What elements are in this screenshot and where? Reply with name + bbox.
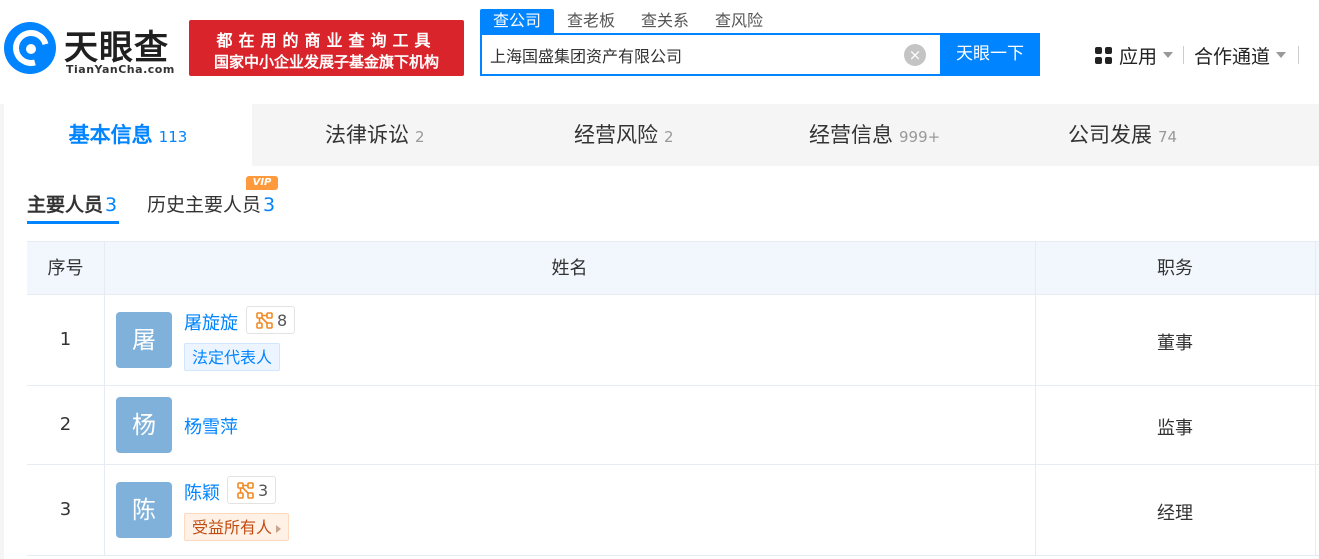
search-box: ×: [480, 33, 941, 76]
tab-label: 基本信息: [68, 123, 153, 147]
nav-partner-menu[interactable]: 合作通道: [1194, 42, 1287, 69]
tab-basic-info[interactable]: 基本信息 113: [4, 104, 252, 166]
nav-divider: [1298, 46, 1300, 64]
caret-right-icon: [276, 524, 282, 533]
main-tabs: 基本信息 113 法律诉讼 2 经营风险 2 经营信息 999+ 公司发展 74: [4, 104, 1319, 166]
vip-badge: VIP: [246, 176, 278, 190]
role-text: 董事: [1157, 333, 1193, 354]
subtab-history-personnel[interactable]: 历史主要人员 3: [147, 190, 275, 217]
legal-representative-tag: 法定代表人: [184, 343, 281, 371]
relation-count-badge[interactable]: 8: [246, 306, 296, 334]
nav-app-label: 应用: [1119, 45, 1158, 68]
header-nav: 应用 合作通道: [1095, 40, 1300, 70]
column-divider: [1315, 465, 1316, 555]
table-row: 2 杨 杨雪萍 监事: [27, 386, 1319, 465]
relation-graph-icon: [237, 481, 254, 499]
role-text: 经理: [1157, 503, 1193, 524]
row-index: 3: [59, 499, 72, 520]
subtab-label: 历史主要人员: [147, 194, 262, 216]
column-divider: [1315, 295, 1316, 385]
relation-count: 3: [258, 480, 269, 500]
column-divider: [1315, 242, 1316, 294]
nav-app-menu[interactable]: 应用: [1095, 42, 1174, 69]
logo-title: 天眼查: [64, 28, 169, 68]
search-tab-risk[interactable]: 查风险: [702, 9, 776, 33]
promo-banner[interactable]: 都在用的商业查询工具 国家中小企业发展子基金旗下机构: [189, 20, 464, 76]
top-header: 天眼查 TianYanCha.com 都在用的商业查询工具 国家中小企业发展子基…: [0, 0, 1319, 104]
beneficial-owner-tag[interactable]: 受益所有人: [184, 513, 290, 541]
person-name-link[interactable]: 杨雪萍: [184, 413, 238, 439]
avatar[interactable]: 陈: [116, 482, 172, 538]
table-row: 3 陈 陈颖 3 受益所有人 经理: [27, 465, 1319, 556]
header-role: 职务: [1157, 258, 1193, 279]
search-tab-company[interactable]: 查公司: [480, 9, 555, 33]
tab-label: 法律诉讼: [325, 123, 409, 147]
logo-eye-icon: [4, 22, 56, 74]
row-index: 1: [59, 329, 72, 350]
relation-count-badge[interactable]: 3: [227, 476, 277, 504]
tab-label: 经营信息: [809, 123, 893, 147]
column-divider: [104, 295, 105, 385]
search-input[interactable]: [490, 43, 900, 67]
personnel-panel: 主要人员 3 历史主要人员 3 VIP 序号 姓名 职务 1 屠 屠旋旋 8 法…: [4, 166, 1319, 559]
column-divider: [1315, 386, 1316, 464]
table-row: 1 屠 屠旋旋 8 法定代表人 董事: [27, 295, 1319, 386]
search-tab-relation[interactable]: 查关系: [628, 9, 702, 33]
nav-partner-label: 合作通道: [1194, 45, 1271, 68]
header-index: 序号: [47, 258, 84, 279]
active-subtab-indicator: [27, 221, 119, 224]
avatar[interactable]: 屠: [116, 312, 172, 368]
role-text: 监事: [1157, 418, 1193, 439]
subtab-key-personnel[interactable]: 主要人员 3: [27, 190, 117, 217]
avatar[interactable]: 杨: [116, 397, 172, 453]
header-name: 姓名: [551, 258, 588, 279]
search-tab-boss[interactable]: 查老板: [554, 9, 628, 33]
subtab-count: 3: [263, 194, 276, 216]
tab-count: 999+: [899, 128, 941, 146]
tab-legal[interactable]: 法律诉讼 2: [325, 104, 425, 166]
tag-label: 受益所有人: [192, 518, 273, 537]
tab-label: 经营风险: [574, 123, 658, 147]
person-name-link[interactable]: 陈颖: [184, 479, 220, 505]
tab-count: 74: [1158, 128, 1178, 146]
chevron-down-icon: [1163, 52, 1174, 58]
table-header: 序号 姓名 职务: [27, 242, 1319, 295]
chevron-down-icon: [1276, 52, 1287, 58]
relation-graph-icon: [256, 311, 273, 329]
search-type-tabs: 查公司 查老板 查关系 查风险: [480, 9, 776, 33]
nav-divider: [1183, 46, 1185, 64]
relation-count: 8: [277, 310, 288, 330]
logo-domain: TianYanCha.com: [66, 63, 175, 76]
column-divider: [104, 386, 105, 464]
person-name-link[interactable]: 屠旋旋: [184, 309, 238, 335]
promo-line-1: 都在用的商业查询工具: [216, 31, 437, 50]
tab-count: 2: [664, 128, 674, 146]
tab-count: 2: [415, 128, 425, 146]
tab-company-development[interactable]: 公司发展 74: [1068, 104, 1177, 166]
clear-search-icon[interactable]: ×: [904, 44, 926, 66]
search-button[interactable]: 天眼一下: [940, 33, 1040, 76]
app-grid-icon: [1095, 46, 1112, 64]
tab-business-risk[interactable]: 经营风险 2: [574, 104, 674, 166]
subtab-label: 主要人员: [27, 194, 104, 216]
promo-line-2: 国家中小企业发展子基金旗下机构: [213, 53, 439, 71]
row-index: 2: [59, 414, 72, 435]
tab-label: 公司发展: [1068, 123, 1152, 147]
tab-count: 113: [158, 128, 188, 146]
personnel-table: 序号 姓名 职务 1 屠 屠旋旋 8 法定代表人 董事 2 杨 杨雪萍 监事 3…: [27, 241, 1319, 556]
tianyancha-logo[interactable]: 天眼查 TianYanCha.com: [4, 20, 184, 80]
tab-business-info[interactable]: 经营信息 999+: [809, 104, 940, 166]
column-divider: [104, 465, 105, 555]
subtab-count: 3: [105, 194, 118, 216]
